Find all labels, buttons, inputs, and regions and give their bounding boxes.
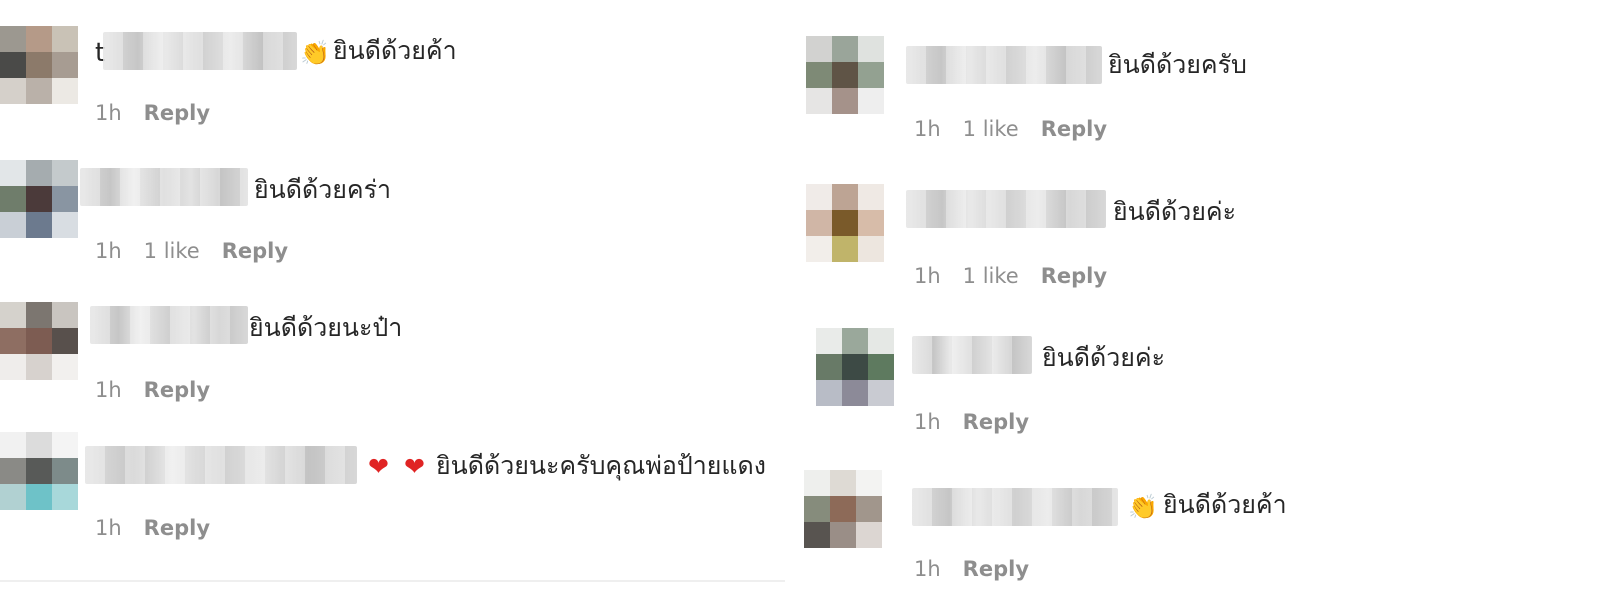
heart-icon: ❤ [368,452,389,481]
avatar[interactable] [804,470,882,548]
blurred-username[interactable] [80,168,248,206]
comment-meta: 1h Reply [95,516,232,540]
timestamp: 1h [914,557,941,581]
comment-meta: 1h 1 like Reply [914,117,1129,141]
comment-meta: 1h Reply [914,410,1051,434]
avatar[interactable] [806,36,884,114]
likes-count[interactable]: 1 like [963,264,1019,288]
blurred-username[interactable] [906,46,1102,84]
comment-text: ยินดีด้วยนะป๋า [249,313,403,342]
clapping-hands-icon: 👏 [1128,493,1158,521]
comment-text: ยินดีด้วยนะครับคุณพ่อป้ายแดง [436,451,766,480]
timestamp: 1h [95,378,122,402]
avatar[interactable] [806,184,884,262]
reply-button[interactable]: Reply [963,557,1029,581]
reply-button[interactable]: Reply [144,101,210,125]
avatar[interactable] [0,302,78,380]
comment-text: ยินดีด้วยค้า [1163,490,1287,519]
comment-text: ยินดีด้วยคร่า [254,175,392,204]
comment-meta: 1h 1 like Reply [95,239,310,263]
reply-button[interactable]: Reply [1041,264,1107,288]
reply-button[interactable]: Reply [963,410,1029,434]
timestamp: 1h [914,264,941,288]
reply-button[interactable]: Reply [144,516,210,540]
avatar[interactable] [816,328,894,406]
comment-text: ยินดีด้วยครับ [1108,50,1247,79]
avatar[interactable] [0,160,78,238]
avatar[interactable] [0,432,78,510]
comment-text: ยินดีด้วยค่ะ [1113,197,1237,226]
divider [0,580,785,582]
timestamp: 1h [95,101,122,125]
timestamp: 1h [914,410,941,434]
likes-count[interactable]: 1 like [144,239,200,263]
blurred-username[interactable] [912,336,1032,374]
reply-button[interactable]: Reply [222,239,288,263]
blurred-username[interactable] [912,488,1118,526]
comment-meta: 1h Reply [95,378,232,402]
comment-meta: 1h Reply [914,557,1051,581]
blurred-username[interactable] [85,446,357,484]
likes-count[interactable]: 1 like [963,117,1019,141]
heart-icon: ❤ [404,452,425,481]
clapping-hands-icon: 👏 [300,39,330,67]
timestamp: 1h [95,239,122,263]
timestamp: 1h [95,516,122,540]
blurred-username[interactable] [103,32,297,70]
timestamp: 1h [914,117,941,141]
reply-button[interactable]: Reply [144,378,210,402]
blurred-username[interactable] [90,306,248,344]
reply-button[interactable]: Reply [1041,117,1107,141]
comment-text: ยินดีด้วยค่ะ [1042,343,1166,372]
avatar[interactable] [0,26,78,104]
comment-meta: 1h Reply [95,101,232,125]
comment-text: ยินดีด้วยค้า [333,36,457,65]
blurred-username[interactable] [906,190,1106,228]
comment-meta: 1h 1 like Reply [914,264,1129,288]
